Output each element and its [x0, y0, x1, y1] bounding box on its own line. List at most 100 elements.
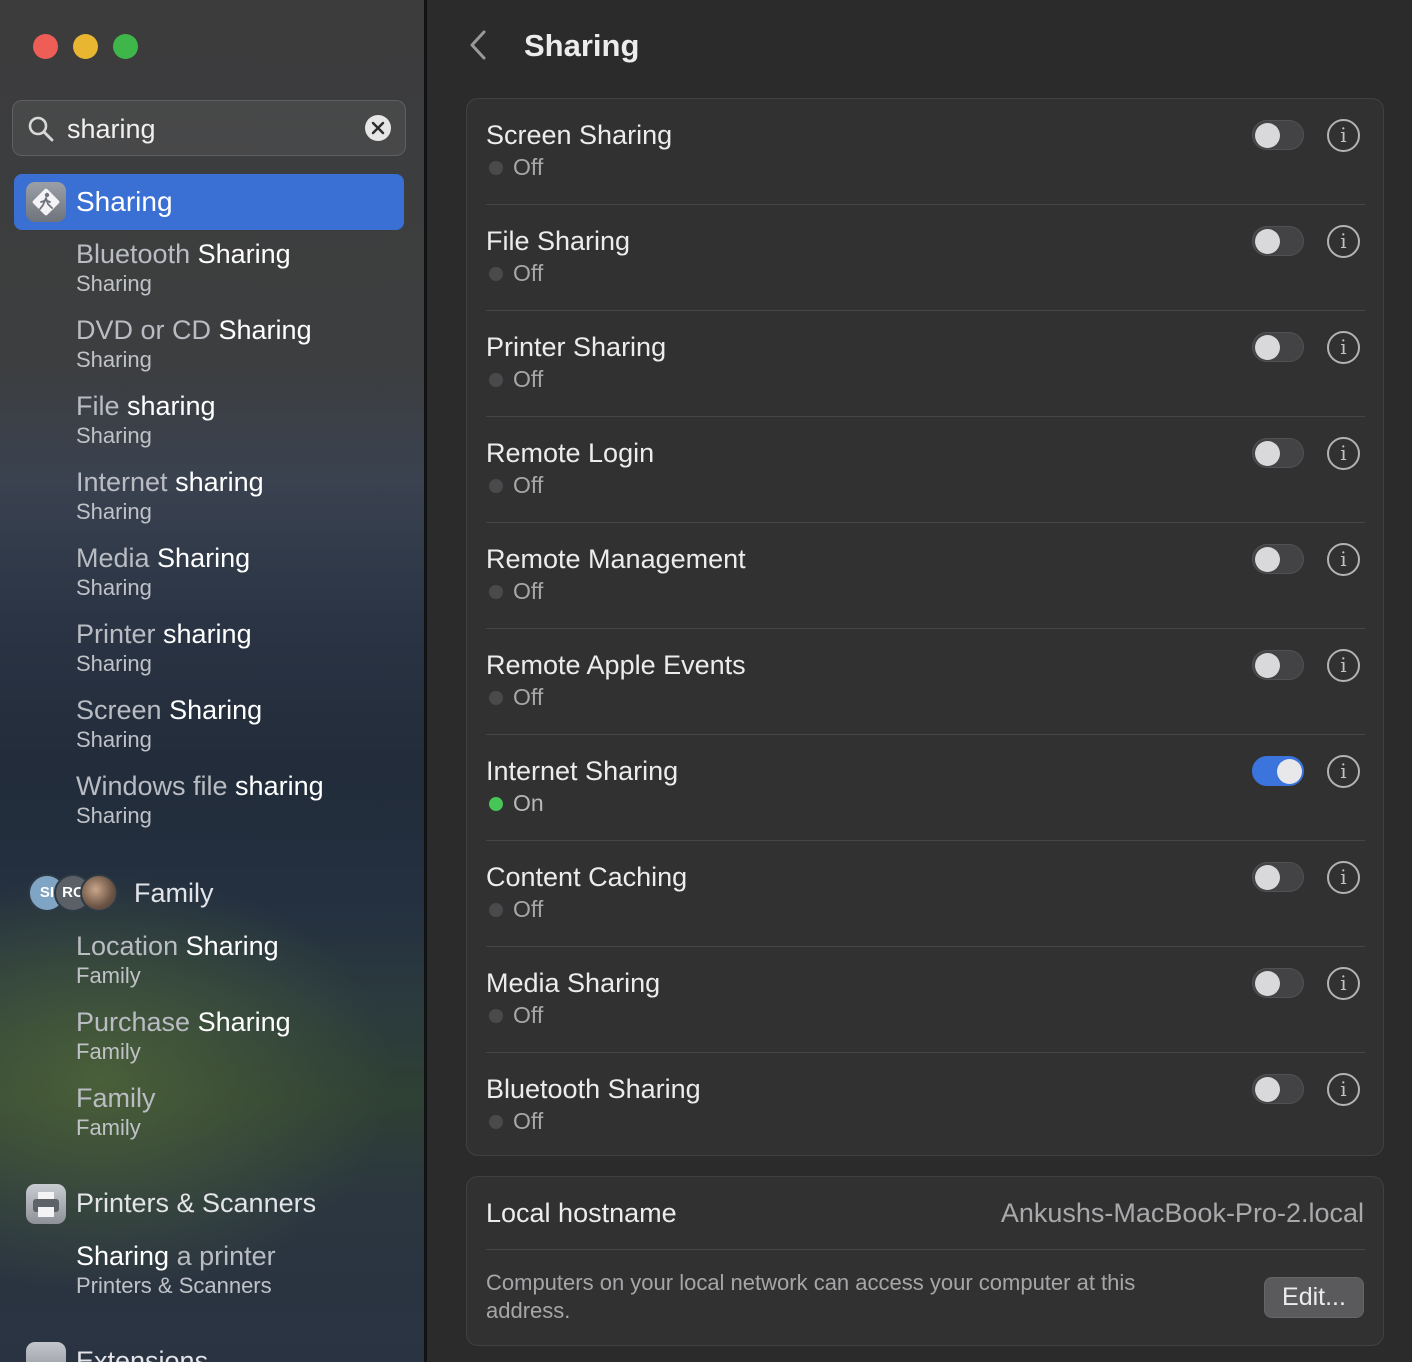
search-result-family[interactable]: Family Family [76, 1082, 156, 1142]
service-name: Media Sharing [486, 968, 661, 998]
result-match: sharing [235, 771, 324, 801]
search-result-screen-sharing[interactable]: Screen Sharing Sharing [76, 694, 262, 754]
service-status: Off [513, 896, 544, 922]
service-name: Printer Sharing [486, 332, 667, 362]
result-match: Sharing [76, 1241, 170, 1271]
search-result-purchase-sharing[interactable]: Purchase Sharing Family [76, 1006, 291, 1066]
result-prefix: Internet [76, 467, 176, 497]
sidebar-item-sharing[interactable]: Sharing [14, 174, 404, 230]
result-category: Sharing [76, 575, 152, 600]
service-name: Remote Management [486, 544, 746, 574]
main-content: Sharing Screen Sharing Off i File Sharin… [427, 0, 1412, 1362]
status-dot [489, 267, 503, 281]
service-row-bluetooth-sharing: Bluetooth Sharing Off i [486, 1053, 1365, 1159]
service-row-file-sharing: File Sharing Off i [486, 205, 1365, 311]
sidebar-group-label: Printers & Scanners [76, 1188, 317, 1218]
result-match: sharing [127, 391, 216, 421]
search-result-windows-file-sharing[interactable]: Windows file sharing Sharing [76, 770, 324, 830]
result-prefix: DVD or CD [76, 315, 219, 345]
service-name: Remote Apple Events [486, 650, 746, 680]
sidebar-group-label: Extensions [76, 1346, 209, 1362]
page-title: Sharing [524, 28, 640, 63]
search-result-file-sharing[interactable]: File sharing Sharing [76, 390, 216, 450]
result-category: Family [76, 1115, 141, 1140]
remote-apple-events-toggle[interactable] [1252, 650, 1304, 680]
edit-hostname-button[interactable]: Edit... [1264, 1277, 1364, 1318]
result-match: sharing [163, 619, 252, 649]
service-status: Off [513, 1108, 544, 1134]
zoom-button[interactable] [113, 34, 138, 59]
status-dot [489, 1115, 503, 1129]
clear-search-icon[interactable] [365, 115, 391, 141]
status-dot [489, 479, 503, 493]
search-result-dvd-sharing[interactable]: DVD or CD Sharing Sharing [76, 314, 312, 374]
remote-login-toggle[interactable] [1252, 438, 1304, 468]
search-result-bluetooth-sharing[interactable]: Bluetooth Sharing Sharing [76, 238, 291, 298]
result-category: Sharing [76, 499, 152, 524]
info-icon[interactable]: i [1327, 755, 1360, 788]
info-icon[interactable]: i [1327, 119, 1360, 152]
printer-icon [26, 1184, 66, 1224]
hostname-value: Ankushs-MacBook-Pro-2.local [1000, 1198, 1364, 1228]
bluetooth-sharing-toggle[interactable] [1252, 1074, 1304, 1104]
service-name: Content Caching [486, 862, 688, 892]
info-icon[interactable]: i [1327, 331, 1360, 364]
result-category: Family [76, 1039, 141, 1064]
result-prefix: Screen [76, 695, 170, 725]
file-sharing-toggle[interactable] [1252, 226, 1304, 256]
service-status: On [513, 790, 544, 816]
chevron-left-icon[interactable] [467, 28, 491, 62]
search-result-sharing-a-printer[interactable]: Sharing a printer Printers & Scanners [76, 1240, 276, 1300]
printer-sharing-toggle[interactable] [1252, 332, 1304, 362]
screen-sharing-toggle[interactable] [1252, 120, 1304, 150]
status-dot [489, 691, 503, 705]
result-match: Sharing [218, 315, 312, 345]
result-prefix: Bluetooth [76, 239, 198, 269]
service-status: Off [513, 578, 544, 604]
status-dot [489, 903, 503, 917]
result-match: Sharing [197, 239, 291, 269]
search-field[interactable]: sharing [12, 100, 406, 156]
info-icon[interactable]: i [1327, 967, 1360, 1000]
sidebar-item-label: Sharing [76, 186, 173, 217]
sidebar-group-label: Family [134, 878, 214, 908]
search-input[interactable]: sharing [67, 113, 156, 145]
close-button[interactable] [33, 34, 58, 59]
status-dot [489, 1009, 503, 1023]
result-match: Sharing [197, 1007, 291, 1037]
minimize-button[interactable] [73, 34, 98, 59]
sidebar-item-printers-scanners[interactable]: Printers & Scanners [24, 1182, 404, 1226]
result-category: Sharing [76, 651, 152, 676]
content-caching-toggle[interactable] [1252, 862, 1304, 892]
media-sharing-toggle[interactable] [1252, 968, 1304, 998]
service-row-printer-sharing: Printer Sharing Off i [486, 311, 1365, 417]
result-match: Sharing [169, 695, 263, 725]
sidebar-item-extensions[interactable]: Extensions [24, 1340, 404, 1362]
info-icon[interactable]: i [1327, 649, 1360, 682]
extensions-icon [26, 1342, 66, 1362]
info-icon[interactable]: i [1327, 543, 1360, 576]
info-icon[interactable]: i [1327, 861, 1360, 894]
photo-avatar-icon [80, 874, 118, 912]
sidebar-item-family[interactable]: SI RC Family [24, 872, 324, 916]
info-icon[interactable]: i [1327, 225, 1360, 258]
service-row-content-caching: Content Caching Off i [486, 841, 1365, 947]
search-result-media-sharing[interactable]: Media Sharing Sharing [76, 542, 250, 602]
result-category: Sharing [76, 271, 152, 296]
internet-sharing-toggle[interactable] [1252, 756, 1304, 786]
search-result-printer-sharing[interactable]: Printer sharing Sharing [76, 618, 252, 678]
info-icon[interactable]: i [1327, 437, 1360, 470]
service-status: Off [513, 472, 544, 498]
result-prefix: Media [76, 543, 158, 573]
search-result-location-sharing[interactable]: Location Sharing Family [76, 930, 279, 990]
hostname-label: Local hostname [486, 1198, 677, 1228]
service-name: Screen Sharing [486, 120, 673, 150]
info-icon[interactable]: i [1327, 1073, 1360, 1106]
result-prefix: Windows file [76, 771, 236, 801]
result-category: Sharing [76, 423, 152, 448]
sharing-icon [26, 182, 66, 222]
service-status: Off [513, 684, 544, 710]
search-result-internet-sharing[interactable]: Internet sharing Sharing [76, 466, 264, 526]
result-prefix: File [76, 391, 128, 421]
remote-management-toggle[interactable] [1252, 544, 1304, 574]
